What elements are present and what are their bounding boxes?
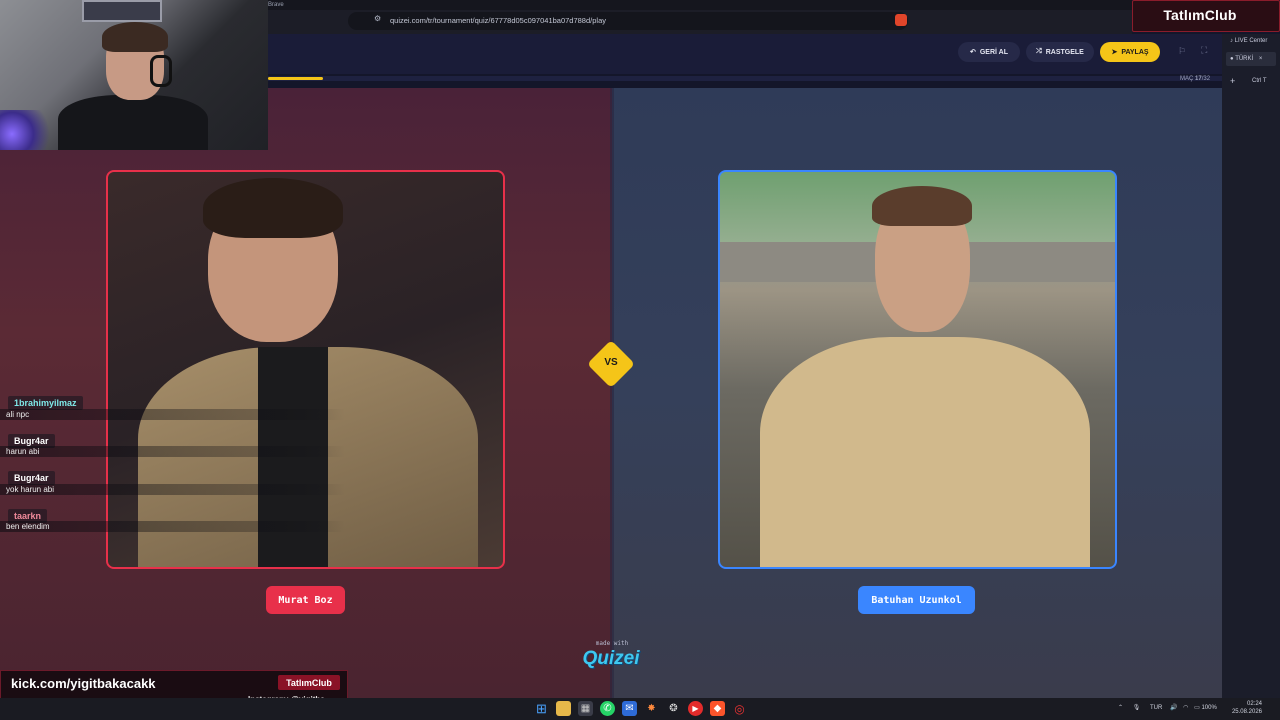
made-with-text: made with (595, 640, 629, 647)
led-light (0, 110, 60, 150)
taskbar (0, 698, 1280, 720)
close-icon[interactable]: × (1259, 56, 1263, 62)
progress-track (268, 76, 1222, 81)
chat-user-0: 1brahimyilmaz (8, 396, 83, 410)
hair-shape (203, 178, 343, 238)
clock[interactable]: 02:24 25.08.2026 (1228, 700, 1262, 716)
vs-label: VS (604, 357, 618, 368)
headphones-icon (150, 55, 172, 87)
app-icon[interactable]: ◎ (732, 701, 747, 716)
brightness-icon[interactable]: ✸ (644, 701, 659, 716)
left-contestant-image[interactable] (106, 170, 505, 569)
wifi-icon[interactable]: ◠ (1183, 705, 1188, 711)
progress-fill (268, 77, 324, 80)
mic-icon[interactable]: 🎙 (1133, 705, 1141, 711)
url-text[interactable]: quizei.com/tr/tournament/quiz/67778d05c0… (390, 16, 606, 25)
center-divider (610, 88, 614, 698)
tiktok-icon: ♪ (1230, 38, 1233, 44)
webcam-overlay (0, 0, 268, 150)
match-total: /32 (1201, 76, 1211, 82)
shortcut-hint: Ctrl T (1252, 78, 1267, 84)
clock-time: 02:24 (1246, 701, 1262, 707)
volume-icon[interactable]: 🔊 (1170, 705, 1177, 711)
undo-label: GERİ AL (979, 48, 1008, 56)
clock-date: 25.08.2026 (1231, 709, 1262, 715)
media-player-icon[interactable]: ▶ (688, 701, 703, 716)
store-icon[interactable]: ▦ (578, 701, 593, 716)
battery-level: 100% (1201, 705, 1217, 711)
right-contestant-image[interactable] (718, 170, 1117, 569)
streamer-hair (102, 22, 168, 52)
flag-icon[interactable]: ⚐ (1178, 46, 1186, 57)
brave-browser-icon[interactable]: ◆ (710, 701, 725, 716)
kick-url: kick.com/yigitbakacakk (11, 676, 156, 691)
chatgpt-icon[interactable]: ❂ (666, 701, 681, 716)
language-indicator[interactable]: TUR (1150, 705, 1162, 711)
quizei-logo[interactable]: Quizei (578, 648, 644, 670)
shuffle-icon: ⤮ (1036, 48, 1042, 55)
brave-shield-icon[interactable] (895, 14, 907, 26)
share-button[interactable]: ➤ PAYLAŞ (1100, 42, 1160, 62)
brand-badge: TatlımClub (278, 675, 340, 690)
system-tray: ⌃ 🎙 TUR 🔊 ◠ ▭ 100% (1118, 704, 1217, 711)
undo-icon: ↶ (969, 49, 976, 56)
battery-icon[interactable]: ▭ (1194, 705, 1200, 711)
browser-side-panel (1222, 34, 1280, 698)
chat-user-2: Bugr4ar (8, 471, 55, 485)
mail-icon[interactable]: ✉ (622, 701, 637, 716)
match-current: 17 (1195, 76, 1202, 82)
wall-frame (82, 0, 162, 22)
share-label: PAYLAŞ (1121, 48, 1149, 56)
whatsapp-icon[interactable]: ✆ (600, 701, 615, 716)
right-contestant-name-button[interactable]: Batuhan Uzunkol (858, 586, 975, 614)
undo-button[interactable]: ↶ GERİ AL (958, 42, 1020, 62)
fullscreen-icon[interactable]: ⛶ (1201, 45, 1207, 56)
file-explorer-icon[interactable] (556, 701, 571, 716)
jacket-shape (760, 337, 1090, 567)
globe-icon: ● (1230, 56, 1234, 62)
live-center-item[interactable]: ♪ LIVE Center (1230, 38, 1267, 44)
site-info-icon[interactable]: ⚙ (374, 14, 381, 23)
tray-chevron-icon[interactable]: ⌃ (1118, 705, 1123, 711)
chat-message: ben elendim (0, 521, 345, 532)
chat-message: harun abi (0, 446, 345, 457)
stream-brand-title: TatlımClub (1163, 7, 1237, 23)
language-tab-label: ● TÜRKİ × (1230, 56, 1262, 62)
hair-shape (872, 186, 972, 226)
match-counter: MAÇ 17/32 (1180, 76, 1210, 82)
left-contestant-name-button[interactable]: Murat Boz (266, 586, 345, 614)
random-button[interactable]: ⤮ RASTGELE (1026, 42, 1094, 62)
live-center-label: LIVE Center (1234, 38, 1268, 44)
new-tab-button[interactable]: + (1230, 76, 1235, 86)
browser-brand: Brave (268, 2, 284, 8)
chat-message: yok harun abi (0, 484, 345, 495)
match-label: MAÇ (1180, 76, 1194, 82)
language-label: TÜRKİ (1235, 56, 1254, 62)
browser-tabstrip (268, 0, 1132, 10)
send-icon: ➤ (1111, 49, 1118, 56)
random-label: RASTGELE (1045, 48, 1084, 56)
streamer-body (58, 95, 208, 150)
windows-start-icon[interactable]: ⊞ (534, 701, 549, 716)
chat-message: ali npc (0, 409, 345, 420)
shirt-shape (258, 347, 328, 567)
